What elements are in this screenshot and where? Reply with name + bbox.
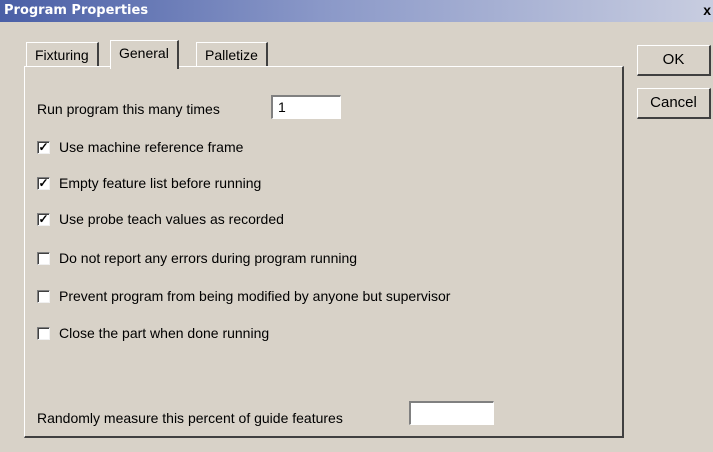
- random-measure-label: Randomly measure this percent of guide f…: [37, 410, 343, 426]
- title-bar: Program Properties x: [0, 0, 713, 22]
- checkbox-prevent-modification[interactable]: [37, 290, 50, 303]
- window-title: Program Properties: [4, 3, 149, 18]
- tab-fixturing[interactable]: Fixturing: [26, 42, 99, 68]
- tab-general[interactable]: General: [110, 40, 179, 69]
- checkbox-use-probe-teach-values[interactable]: ✓: [37, 213, 50, 226]
- close-icon[interactable]: x: [703, 2, 711, 18]
- checkbox-do-not-report-errors[interactable]: [37, 252, 50, 265]
- option-label: Do not report any errors during program …: [59, 250, 358, 266]
- random-measure-input[interactable]: [409, 401, 494, 425]
- option-label: Empty feature list before running: [59, 175, 262, 191]
- option-label: Use machine reference frame: [59, 139, 244, 155]
- tab-palletize[interactable]: Palletize: [196, 42, 268, 68]
- run-times-label: Run program this many times: [37, 101, 220, 117]
- run-times-input[interactable]: 1: [271, 95, 341, 119]
- option-label: Close the part when done running: [59, 325, 270, 341]
- checkbox-use-machine-reference-frame[interactable]: ✓: [37, 141, 50, 154]
- cancel-button[interactable]: Cancel: [637, 88, 711, 119]
- ok-button[interactable]: OK: [637, 45, 711, 76]
- checkbox-close-part-when-done[interactable]: [37, 327, 50, 340]
- option-label: Use probe teach values as recorded: [59, 211, 284, 227]
- checkbox-empty-feature-list[interactable]: ✓: [37, 177, 50, 190]
- option-label: Prevent program from being modified by a…: [59, 288, 451, 304]
